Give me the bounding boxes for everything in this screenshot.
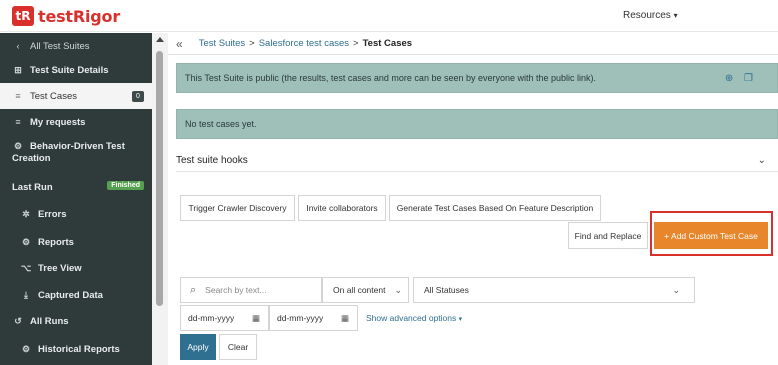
sidebar-item-label: My requests [30, 116, 86, 128]
date-to-input[interactable]: dd-mm-yyyy ▦ [269, 305, 358, 331]
date-from-input[interactable]: dd-mm-yyyy ▦ [180, 305, 269, 331]
sidebar-item-label: All Test Suites [30, 40, 90, 52]
sidebar-item-my-requests[interactable]: ≡ My requests [0, 109, 152, 135]
sidebar-item-label: Reports [38, 236, 74, 248]
status-value: All Statuses [424, 285, 469, 295]
chevron-down-icon: ⌄ [757, 155, 766, 166]
apply-button[interactable]: Apply [180, 334, 216, 360]
resources-menu[interactable]: Resources ▾ [623, 10, 678, 21]
content-scope-select[interactable]: On all content ⌄ [322, 277, 409, 303]
sidebar-item-last-run[interactable]: Last Run Finished [0, 174, 152, 200]
sidebar-item-label: Behavior-Driven Test [30, 141, 125, 152]
top-bar: tR testRigor Resources ▾ [0, 0, 778, 32]
report-icon: ⚙ [21, 236, 31, 247]
logo-text: testRigor [38, 6, 121, 26]
breadcrumb-suite[interactable]: Salesforce test cases [259, 38, 349, 49]
advanced-label: Show advanced options [366, 313, 457, 323]
show-advanced-options-link[interactable]: Show advanced options ▾ [366, 313, 462, 323]
highlight-annotation [650, 211, 773, 256]
breadcrumb: « Test Suites > Salesforce test cases > … [168, 33, 778, 55]
tree-icon: ⌥ [20, 262, 32, 273]
chevron-left-icon: ‹ [16, 41, 20, 51]
grid-icon: ⊞ [14, 64, 22, 75]
chevron-down-icon: ▾ [673, 11, 678, 20]
search-placeholder: Search by text... [205, 285, 267, 295]
sidebar-item-label-wrap: Behavior-Driven Test Creation [0, 141, 125, 165]
date-to-placeholder: dd-mm-yyyy [277, 313, 324, 323]
status-select[interactable]: All Statuses ⌄ [413, 277, 695, 303]
breadcrumb-test-suites[interactable]: Test Suites [199, 38, 245, 49]
sidebar-item-label: All Runs [30, 315, 69, 327]
chevron-down-icon: ⌄ [394, 285, 402, 295]
download-icon: ⤓ [24, 289, 28, 300]
calendar-icon[interactable]: ▦ [341, 313, 349, 324]
globe-copy-icon[interactable]: ⊕ ❐ [725, 73, 757, 84]
sidebar-item-test-cases[interactable]: ≡ Test Cases 0 [0, 83, 152, 109]
resources-label: Resources [623, 10, 671, 21]
scroll-up-icon[interactable] [156, 37, 164, 42]
sidebar-item-errors[interactable]: ✲ Errors [0, 201, 152, 227]
sidebar-item-all-test-suites[interactable]: ‹ All Test Suites [0, 33, 152, 59]
date-from-placeholder: dd-mm-yyyy [188, 313, 235, 323]
logo[interactable]: tR testRigor [12, 5, 120, 27]
search-input[interactable]: ⌕ Search by text... [180, 277, 322, 303]
calendar-icon[interactable]: ▦ [252, 313, 260, 324]
chevron-down-icon: ▾ [458, 316, 463, 323]
count-badge: 0 [132, 91, 144, 102]
sidebar-item-bdd[interactable]: ⚙ Behavior-Driven Test Creation [0, 137, 152, 171]
sidebar-scrollbar[interactable] [152, 33, 168, 365]
sidebar-item-all-runs[interactable]: ↺ All Runs [0, 308, 152, 334]
sidebar-item-label-line2: Creation [12, 153, 51, 164]
alert-text: No test cases yet. [185, 119, 257, 129]
sidebar-item-label: Last Run [12, 181, 53, 193]
clear-button[interactable]: Clear [219, 334, 257, 360]
hooks-title: Test suite hooks [176, 155, 248, 166]
search-icon: ⌕ [190, 283, 197, 296]
sidebar-item-reports[interactable]: ⚙ Reports [0, 229, 152, 255]
sidebar-item-label: Historical Reports [38, 343, 120, 355]
invite-collaborators-button[interactable]: Invite collaborators [298, 195, 386, 221]
breadcrumb-separator: > [353, 38, 359, 49]
trigger-crawler-button[interactable]: Trigger Crawler Discovery [180, 195, 295, 221]
list-icon: ≡ [15, 91, 21, 101]
chevron-down-icon: ⌄ [672, 285, 680, 295]
sidebar-item-tree-view[interactable]: ⌥ Tree View [0, 255, 152, 281]
sidebar: ‹ All Test Suites ⊞ Test Suite Details ≡… [0, 33, 168, 365]
sidebar-item-label: Captured Data [38, 289, 103, 301]
sidebar-item-label: Errors [38, 208, 67, 220]
list-icon: ≡ [15, 117, 21, 127]
bug-icon: ✲ [22, 208, 30, 219]
status-badge: Finished [107, 181, 144, 190]
sidebar-item-historical-reports[interactable]: ⚙ Historical Reports [0, 336, 152, 362]
generate-test-cases-button[interactable]: Generate Test Cases Based On Feature Des… [389, 195, 601, 221]
history-icon: ↺ [14, 315, 22, 326]
breadcrumb-separator: > [249, 38, 255, 49]
sidebar-item-label: Test Cases [30, 90, 77, 102]
sidebar-item-captured-data[interactable]: ⤓ Captured Data [0, 282, 152, 308]
collapse-sidebar-icon[interactable]: « [176, 37, 183, 51]
empty-state-alert: No test cases yet. [176, 109, 778, 139]
report-icon: ⚙ [21, 343, 31, 354]
content-scope-value: On all content [333, 285, 386, 295]
test-suite-hooks-toggle[interactable]: Test suite hooks ⌄ [176, 150, 778, 172]
breadcrumb-current: Test Cases [362, 38, 413, 49]
scrollbar-thumb[interactable] [156, 51, 163, 306]
alert-text: This Test Suite is public (the results, … [185, 73, 597, 83]
find-replace-button[interactable]: Find and Replace [568, 222, 648, 249]
sidebar-item-test-suite-details[interactable]: ⊞ Test Suite Details [0, 57, 152, 83]
public-suite-alert: This Test Suite is public (the results, … [176, 63, 778, 93]
sidebar-item-label: Test Suite Details [30, 64, 109, 76]
logo-badge: tR [12, 6, 34, 26]
sidebar-item-label: Tree View [38, 262, 82, 274]
